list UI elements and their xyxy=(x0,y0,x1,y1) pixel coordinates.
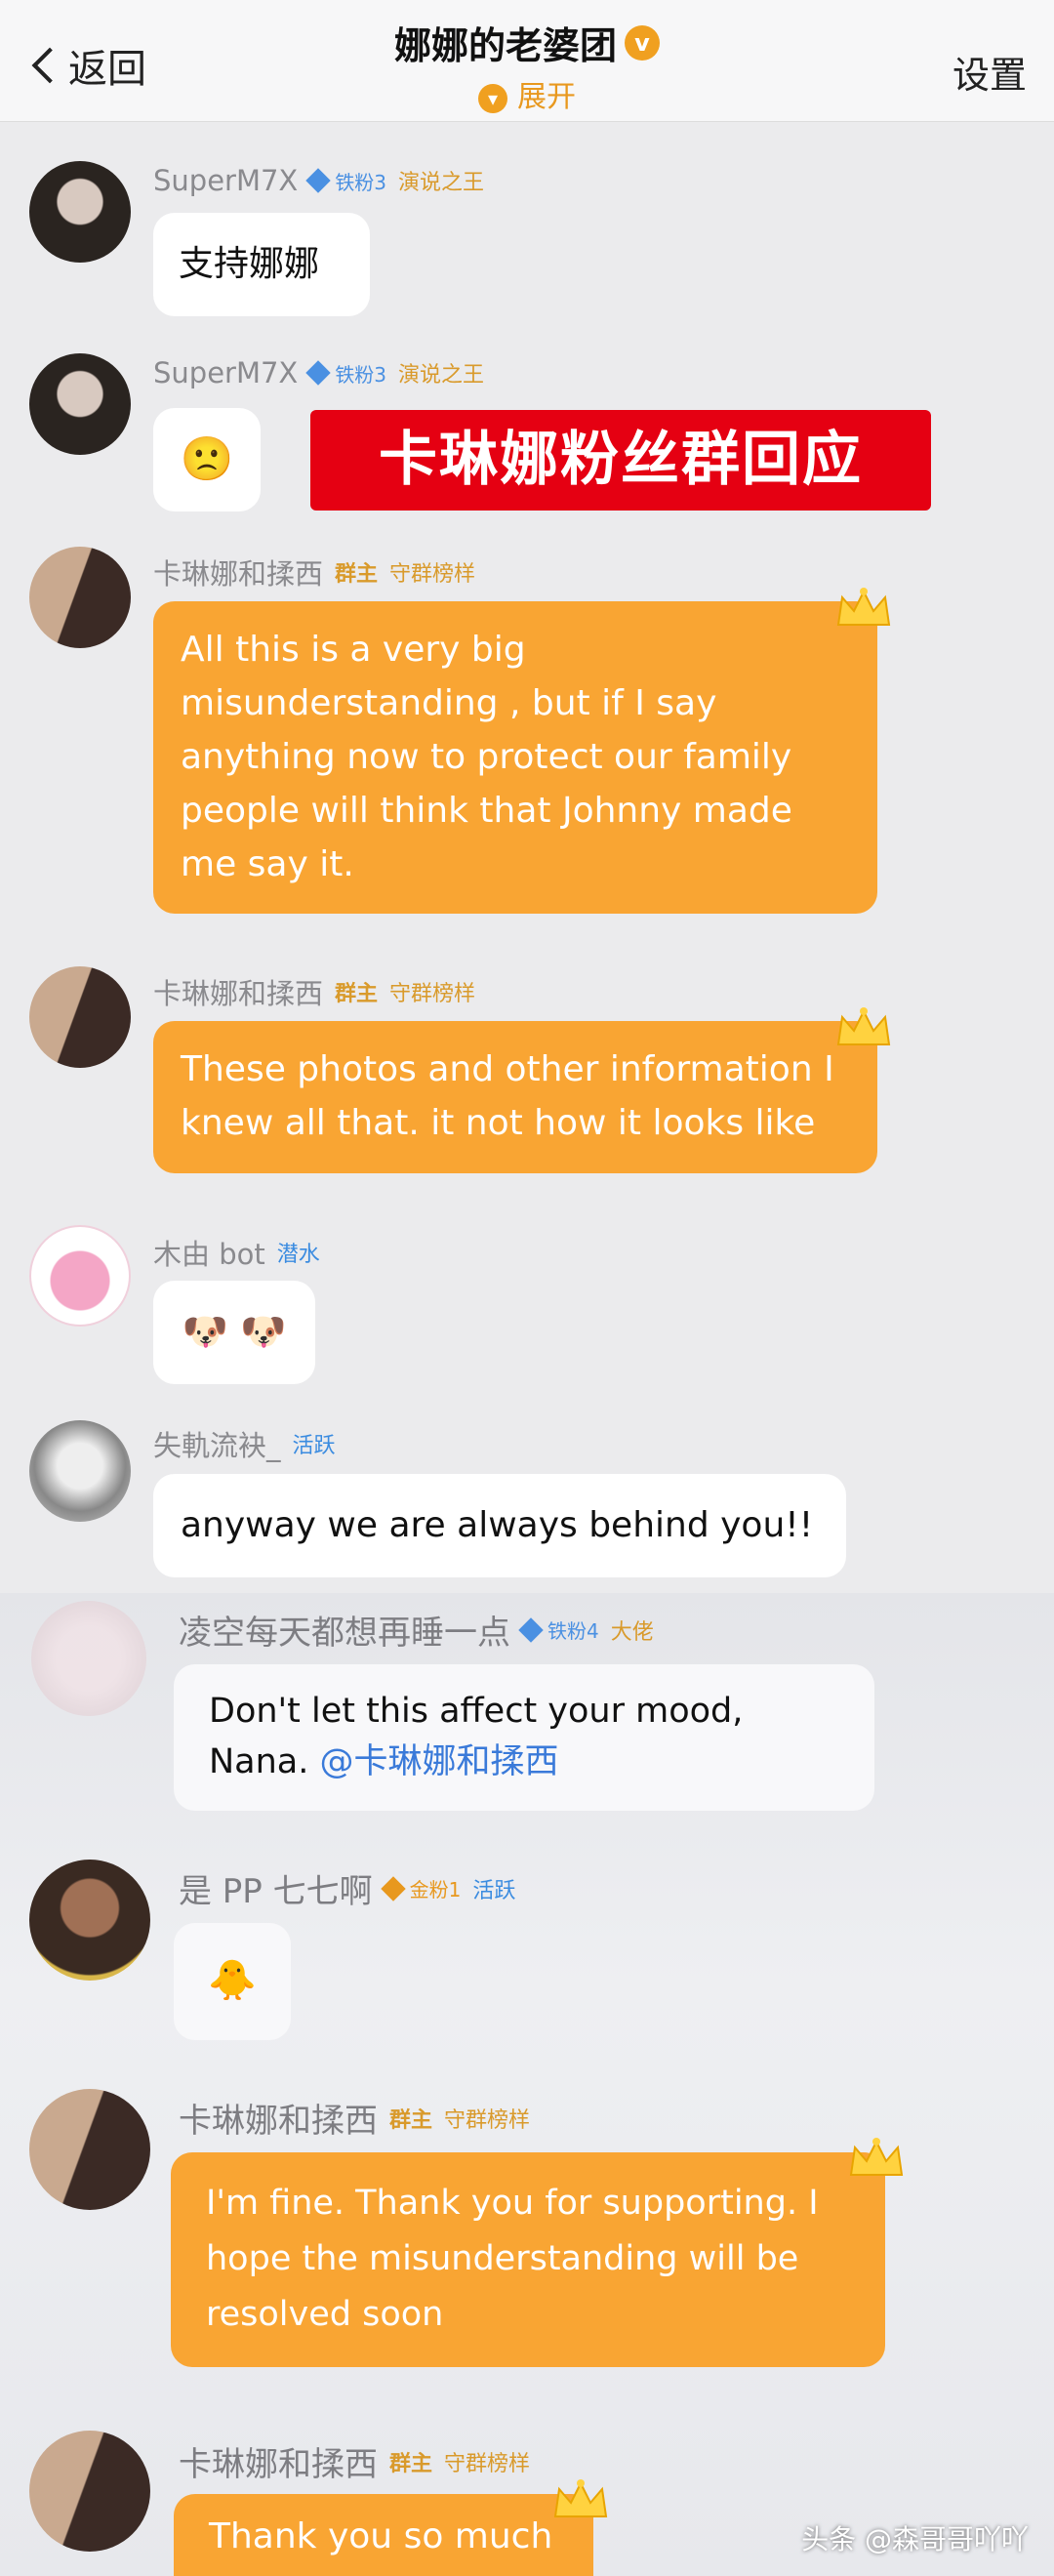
diamond-icon xyxy=(305,168,332,193)
diamond-icon xyxy=(380,1875,406,1901)
sender-line: 卡琳娜和揉西 群主 守群榜样 xyxy=(179,2094,530,2142)
sender-line: SuperM7X 铁粉3 演说之王 xyxy=(153,164,484,197)
sender-line: 失軌流袂_ 活跃 xyxy=(153,1423,336,1464)
sender-line: 凌空每天都想再睡一点 铁粉4 大佬 xyxy=(179,1606,654,1654)
group-title[interactable]: 娜娜的老婆团 v xyxy=(394,16,660,69)
avatar[interactable] xyxy=(29,1420,131,1522)
sender-line: 是 PP 七七啊 金粉1 活跃 xyxy=(179,1864,515,1912)
owner-badge: 群主 xyxy=(389,2451,433,2476)
title-badge: 守群榜样 xyxy=(389,562,476,587)
expand-button[interactable]: ▾ 展开 xyxy=(0,72,1054,115)
message-text: These photos and other information I kne… xyxy=(181,1049,834,1143)
title-badge: 守群榜样 xyxy=(389,982,476,1006)
diamond-icon xyxy=(518,1616,544,1643)
group-title-text: 娜娜的老婆团 xyxy=(393,24,617,67)
title-wrap: 娜娜的老婆团 v xyxy=(0,16,1054,69)
chevron-down-icon: ▾ xyxy=(478,83,507,113)
mention-link[interactable]: @卡琳娜和揉西 xyxy=(320,1742,559,1781)
sender-line: 卡琳娜和揉西 群主 守群榜样 xyxy=(153,552,475,593)
message-text: anyway we are always behind you!! xyxy=(181,1505,814,1545)
owner-badge: 群主 xyxy=(335,982,379,1006)
sender-name[interactable]: 失軌流袂_ xyxy=(153,1423,281,1464)
crown-icon xyxy=(849,2138,904,2176)
fan-badge: 铁粉4 xyxy=(518,1615,599,1644)
message-bubble[interactable]: Don't let this affect your mood, Nana. @… xyxy=(174,1664,874,1811)
avatar[interactable] xyxy=(29,547,131,648)
message-bubble[interactable]: Thank you so much xyxy=(174,2494,593,2576)
watermark: 头条 @森哥哥吖吖 xyxy=(801,2523,1029,2556)
message-bubble[interactable]: 支持娜娜 xyxy=(153,213,370,316)
fan-badge: 铁粉3 xyxy=(305,359,387,388)
title-badge: 演说之王 xyxy=(398,171,485,195)
sender-name[interactable]: SuperM7X xyxy=(153,356,298,389)
message-bubble[interactable]: 🐶 🐶 xyxy=(153,1281,315,1384)
settings-button[interactable]: 设置 xyxy=(953,45,1027,99)
sender-name[interactable]: 木由 bot xyxy=(153,1232,265,1273)
avatar[interactable] xyxy=(29,2089,150,2210)
fan-badge: 铁粉3 xyxy=(305,167,387,195)
message-text: I'm fine. Thank you for supporting. I ho… xyxy=(206,2184,819,2334)
sender-name[interactable]: 卡琳娜和揉西 xyxy=(153,552,323,593)
frown-emoji-icon: 🙁 xyxy=(180,434,234,484)
message-bubble[interactable]: I'm fine. Thank you for supporting. I ho… xyxy=(171,2152,885,2367)
fan-badge-label: 铁粉3 xyxy=(335,170,387,194)
fan-badge-label: 金粉1 xyxy=(409,1878,462,1901)
status-badge: 活跃 xyxy=(472,1878,516,1903)
status-badge: 潜水 xyxy=(276,1243,320,1267)
chat-header: 返回 娜娜的老婆团 v ▾ 展开 设置 xyxy=(0,0,1054,122)
message-text: All this is a very big misunderstanding … xyxy=(181,630,792,884)
sender-line: 卡琳娜和揉西 群主 守群榜样 xyxy=(179,2437,530,2485)
chick-emoji-icon: 🐥 xyxy=(208,1958,257,2003)
avatar[interactable] xyxy=(29,353,131,455)
status-badge: 大佬 xyxy=(610,1619,654,1645)
message-bubble[interactable]: anyway we are always behind you!! xyxy=(153,1474,846,1577)
message-bubble[interactable]: 🐥 xyxy=(174,1923,291,2040)
avatar[interactable] xyxy=(29,1225,131,1327)
message-text: 支持娜娜 xyxy=(179,244,320,284)
crown-icon xyxy=(553,2479,608,2517)
sender-name[interactable]: 卡琳娜和揉西 xyxy=(153,971,323,1012)
crown-icon xyxy=(836,1007,891,1045)
crown-icon xyxy=(836,588,891,626)
headline-banner: 卡琳娜粉丝群回应 xyxy=(310,410,931,511)
diamond-icon xyxy=(305,360,332,386)
verified-icon: v xyxy=(625,24,660,61)
dog-emoji-icon: 🐶 🐶 xyxy=(182,1310,287,1353)
sender-name[interactable]: 卡琳娜和揉西 xyxy=(179,2437,378,2485)
sender-name[interactable]: 是 PP 七七啊 xyxy=(179,1864,373,1912)
message-bubble[interactable]: These photos and other information I kne… xyxy=(153,1021,877,1173)
status-badge: 活跃 xyxy=(292,1434,336,1458)
owner-badge: 群主 xyxy=(389,2107,433,2133)
fan-badge: 金粉1 xyxy=(380,1874,462,1902)
sender-name[interactable]: 卡琳娜和揉西 xyxy=(179,2094,378,2142)
owner-badge: 群主 xyxy=(335,562,379,587)
avatar[interactable] xyxy=(29,2431,150,2552)
message-text: Thank you so much xyxy=(209,2516,553,2556)
avatar[interactable] xyxy=(29,161,131,263)
title-badge: 守群榜样 xyxy=(444,2107,531,2133)
sender-line: 卡琳娜和揉西 群主 守群榜样 xyxy=(153,971,475,1012)
avatar[interactable] xyxy=(29,966,131,1068)
sender-name[interactable]: 凌空每天都想再睡一点 xyxy=(179,1606,510,1654)
avatar[interactable] xyxy=(31,1601,146,1716)
avatar[interactable] xyxy=(29,1860,150,1981)
fan-badge-label: 铁粉3 xyxy=(335,362,387,387)
message-bubble[interactable]: 🙁 xyxy=(153,408,261,511)
title-badge: 守群榜样 xyxy=(444,2451,531,2476)
fan-badge-label: 铁粉4 xyxy=(547,1619,599,1643)
title-badge: 演说之王 xyxy=(398,363,485,388)
sender-line: 木由 bot 潜水 xyxy=(153,1232,320,1273)
sender-name[interactable]: SuperM7X xyxy=(153,164,298,197)
sender-line: SuperM7X 铁粉3 演说之王 xyxy=(153,356,484,389)
message-bubble[interactable]: All this is a very big misunderstanding … xyxy=(153,601,877,914)
expand-label: 展开 xyxy=(517,80,576,114)
